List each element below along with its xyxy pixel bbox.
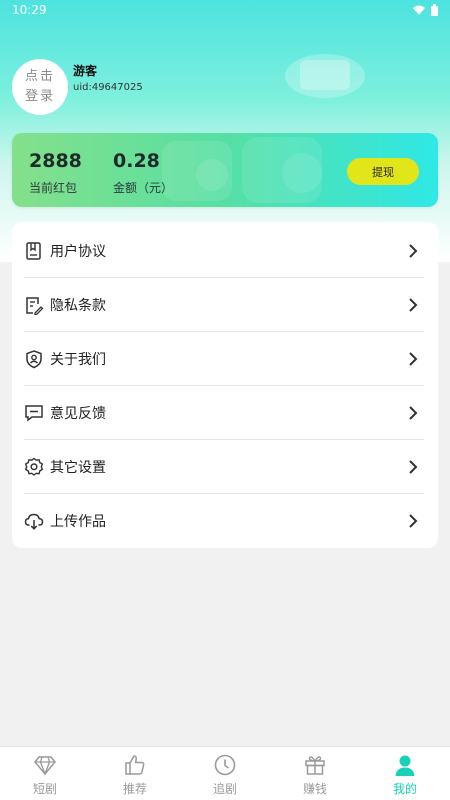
tab-short-drama[interactable]: 短剧 [0, 747, 90, 800]
menu-item-privacy[interactable]: 隐私条款 [24, 278, 424, 332]
menu-label: 关于我们 [50, 351, 106, 368]
gift-icon [305, 756, 325, 775]
tab-label: 推荐 [122, 782, 147, 796]
withdraw-button[interactable]: 提现 [347, 158, 419, 185]
amount-value: 0.28 [113, 150, 160, 172]
chevron-right-icon [409, 405, 418, 420]
user-uid: uid:49647025 [73, 82, 143, 93]
cloud-download-icon [24, 513, 44, 530]
edit-document-icon [26, 296, 44, 315]
chevron-right-icon [409, 243, 418, 258]
menu-item-other-settings[interactable]: 其它设置 [24, 440, 424, 494]
amount-label: 金额（元） [113, 181, 174, 195]
tab-label: 我的 [392, 782, 417, 796]
shield-user-icon [26, 349, 42, 368]
chevron-right-icon [409, 297, 418, 312]
menu-item-user-agreement[interactable]: 用户协议 [24, 224, 424, 278]
wifi-icon [413, 5, 425, 15]
battery-icon [431, 4, 438, 16]
red-packet-value: 2888 [29, 150, 82, 172]
menu-label: 上传作品 [50, 514, 106, 530]
thumbs-up-icon [125, 755, 145, 775]
bottom-tab-bar: 短剧 推荐 追剧 赚钱 我的 [0, 746, 450, 800]
tab-label: 短剧 [32, 782, 57, 796]
tab-recommend[interactable]: 推荐 [90, 747, 180, 800]
login-avatar[interactable]: 点击 登录 [12, 59, 68, 115]
tab-mine[interactable]: 我的 [360, 747, 450, 800]
clock-icon [214, 754, 236, 776]
diamond-icon [34, 756, 56, 776]
header-decoration [285, 54, 365, 98]
tab-label: 赚钱 [302, 782, 327, 796]
menu-item-feedback[interactable]: 意见反馈 [24, 386, 424, 440]
status-icons [413, 4, 438, 16]
menu-card: 用户协议 隐私条款 关于我们 意见反馈 其它设置 上传作品 [12, 222, 438, 548]
user-name: 游客 [73, 64, 98, 78]
document-icon [26, 241, 41, 260]
tab-follow-drama[interactable]: 追剧 [180, 747, 270, 800]
tab-earn-money[interactable]: 赚钱 [270, 747, 360, 800]
menu-label: 其它设置 [50, 459, 106, 476]
red-packet-label: 当前红包 [29, 181, 78, 195]
chevron-right-icon [409, 351, 418, 366]
tab-label: 追剧 [212, 782, 237, 796]
menu-item-about-us[interactable]: 关于我们 [24, 332, 424, 386]
chevron-right-icon [409, 514, 418, 528]
chevron-right-icon [409, 459, 418, 474]
gear-icon [24, 457, 44, 476]
menu-label: 用户协议 [50, 243, 106, 260]
person-icon [395, 755, 415, 776]
menu-label: 隐私条款 [50, 297, 106, 314]
status-time: 10:29 [12, 3, 47, 17]
wallet-card: 2888 当前红包 0.28 金额（元） 提现 [12, 133, 438, 207]
status-bar: 10:29 [0, 0, 450, 22]
menu-item-upload-work[interactable]: 上传作品 [24, 494, 424, 548]
chat-icon [25, 404, 43, 421]
menu-label: 意见反馈 [50, 405, 106, 422]
